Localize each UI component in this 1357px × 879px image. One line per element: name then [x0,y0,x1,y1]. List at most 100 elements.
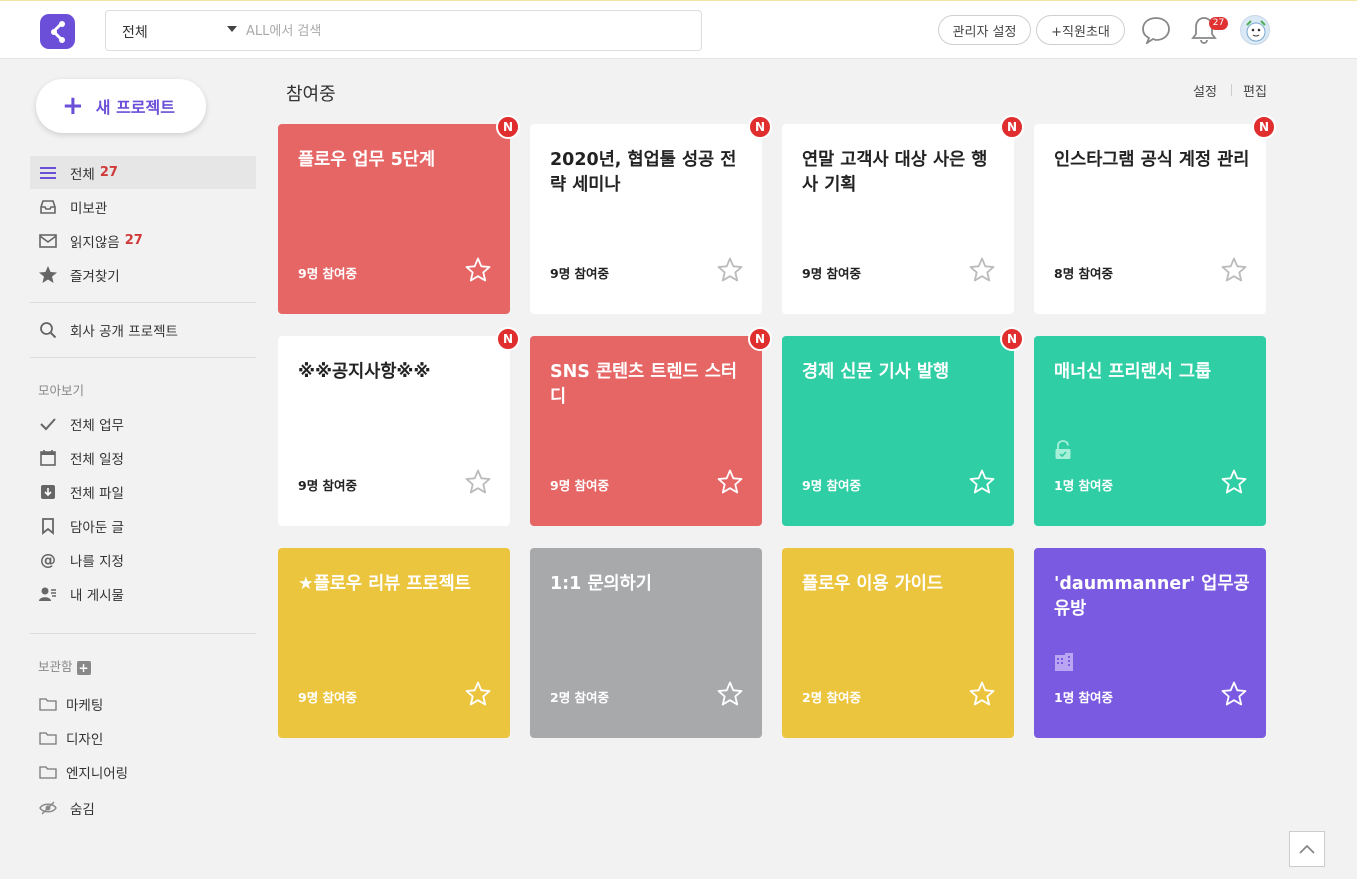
sidebar-item-all-files[interactable]: 전체 파일 [30,475,256,508]
chevron-down-icon[interactable] [227,26,237,32]
sidebar-item-label: 담아둔 글 [70,519,124,536]
sidebar-item-unread[interactable]: 읽지않음 27 [30,224,256,257]
star-icon[interactable] [464,680,492,708]
star-icon[interactable] [716,256,744,284]
admin-settings-button[interactable]: 관리자 설정 [938,15,1031,45]
star-icon[interactable] [716,468,744,496]
project-card[interactable]: ※※공지사항※※ 9명 참여중 N [278,327,520,526]
star-icon[interactable] [968,680,996,708]
project-members: 9명 참여중 [298,690,358,705]
project-title: 1:1 문의하기 [550,574,652,594]
sidebar-item-favorites[interactable]: 즐겨찾기 [30,258,256,291]
new-badge: N [1000,327,1024,351]
project-card[interactable]: 2020년, 협업툴 성공 전략 세미나 9명 참여중 N [530,115,772,314]
star-icon[interactable] [1220,680,1248,708]
sidebar-divider [30,357,256,358]
new-project-button[interactable]: + 새 프로젝트 [36,79,206,133]
new-badge: N [1252,115,1276,139]
sidebar-item-hidden[interactable]: 숨김 [30,791,256,824]
star-icon[interactable] [968,256,996,284]
scroll-top-button[interactable] [1289,831,1325,867]
collect-section-label: 모아보기 [38,383,85,398]
new-badge: N [1000,115,1024,139]
chevron-up-icon [1299,844,1315,854]
folder-label: 엔지니어링 [66,765,129,782]
sidebar-item-label: 즐겨찾기 [70,268,120,285]
sidebar-item-mentions[interactable]: @ 나를 지정 [30,543,256,576]
chat-icon[interactable] [1141,16,1171,48]
project-card[interactable]: 연말 고객사 대상 사은 행사 기획 9명 참여중 N [782,115,1024,314]
project-card[interactable]: 'daummanner' 업무공유방 1명 참여중 [1034,548,1266,738]
building-icon [1055,653,1073,671]
edit-link[interactable]: 편집 [1243,81,1267,100]
sidebar-folder-marketing[interactable]: 마케팅 [30,687,256,720]
project-title: 2020년, 협업툴 성공 전략 세미나 [550,150,737,195]
project-title: 플로우 업무 5단계 [298,150,436,170]
sidebar-folder-engineering[interactable]: 엔지니어링 [30,755,256,788]
new-badge: N [748,327,772,351]
project-members: 9명 참여중 [802,478,862,493]
project-title: ★플로우 리뷰 프로젝트 [298,574,471,594]
sidebar-item-all[interactable]: 전체 27 [30,156,256,189]
project-card[interactable]: ★플로우 리뷰 프로젝트 9명 참여중 [278,548,510,738]
sidebar-item-label: 전체 [70,166,95,183]
star-icon[interactable] [968,468,996,496]
star-icon [38,265,58,285]
project-card[interactable]: 인스타그램 공식 계정 관리 8명 참여중 N [1034,115,1276,314]
new-project-label: 새 프로젝트 [95,98,175,117]
sidebar-item-all-tasks[interactable]: 전체 업무 [30,407,256,440]
inbox-icon [38,197,58,217]
project-members: 1명 참여중 [1054,478,1114,493]
search-scope-select[interactable]: 전체 [122,22,148,42]
new-badge: N [496,327,520,351]
project-card[interactable]: SNS 콘텐츠 트렌드 스터디 9명 참여중 N [530,327,772,526]
sidebar-item-unarchived[interactable]: 미보관 [30,190,256,223]
calendar-icon [38,448,58,468]
sidebar-item-label: 나를 지정 [70,553,124,570]
project-title: 인스타그램 공식 계정 관리 [1054,150,1250,170]
invite-staff-button[interactable]: +직원초대 [1036,15,1125,45]
sidebar-item-count: 27 [124,233,143,248]
sidebar-item-label: 읽지않음 [70,234,120,251]
project-members: 9명 참여중 [298,478,358,493]
link-divider [1231,84,1232,96]
file-box-icon [38,482,58,502]
project-members: 2명 참여중 [802,690,862,705]
new-badge: N [748,115,772,139]
avatar[interactable] [1240,15,1270,45]
mail-icon [38,231,58,251]
star-icon[interactable] [1220,256,1248,284]
sidebar-item-all-schedule[interactable]: 전체 일정 [30,441,256,474]
sidebar-folder-design[interactable]: 디자인 [30,721,256,754]
sidebar-item-my-posts[interactable]: 내 게시물 [30,577,256,610]
sidebar-item-company-projects[interactable]: 회사 공개 프로젝트 [30,313,256,346]
project-card[interactable]: 플로우 업무 5단계 9명 참여중 N [278,115,520,314]
sidebar-item-label: 회사 공개 프로젝트 [70,323,178,340]
project-card[interactable]: 매너신 프리랜서 그룹 1명 참여중 [1034,336,1266,526]
sidebar-item-count: 27 [99,165,118,180]
folder-icon [38,694,58,714]
project-card[interactable]: 1:1 문의하기 2명 참여중 [530,548,762,738]
settings-link[interactable]: 설정 [1193,81,1217,100]
sidebar-divider [30,302,256,303]
star-icon[interactable] [1220,468,1248,496]
storage-section-label: 보관함 + [38,656,91,675]
project-title: 경제 신문 기사 발행 [802,362,950,382]
new-badge: N [496,115,520,139]
star-icon[interactable] [464,468,492,496]
search-input[interactable] [246,19,686,43]
project-card[interactable]: 플로우 이용 가이드 2명 참여중 [782,548,1014,738]
star-icon[interactable] [464,256,492,284]
project-card[interactable]: 경제 신문 기사 발행 9명 참여중 N [782,327,1024,526]
sidebar-item-bookmarks[interactable]: 담아둔 글 [30,509,256,542]
folder-label: 디자인 [66,731,104,748]
list-icon [38,163,58,183]
project-members: 9명 참여중 [802,266,862,281]
app-logo[interactable] [40,14,75,49]
star-icon[interactable] [716,680,744,708]
check-icon [38,414,58,434]
sidebar-item-label: 전체 업무 [70,417,124,434]
folder-label: 마케팅 [66,697,104,714]
user-post-icon [38,584,58,604]
add-folder-icon[interactable]: + [76,660,91,675]
